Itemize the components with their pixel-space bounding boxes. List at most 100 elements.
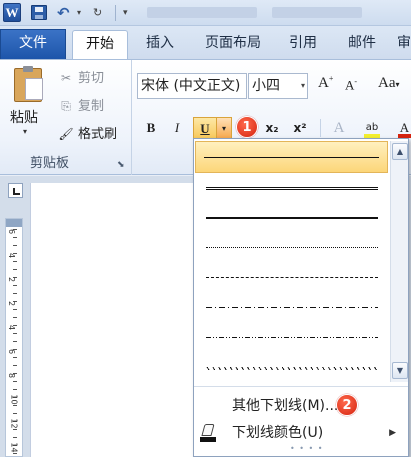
clipboard-launcher-icon[interactable]: ⬊ xyxy=(117,160,125,170)
italic-button[interactable]: I xyxy=(168,117,186,139)
ruler-tab-selector[interactable] xyxy=(8,183,23,198)
underline-style-single[interactable] xyxy=(195,141,388,173)
underline-styles-list xyxy=(194,139,388,384)
paste-icon[interactable] xyxy=(14,66,43,102)
ruler-number: 2 xyxy=(7,300,17,307)
customize-quick-access-icon[interactable]: ▾ xyxy=(123,4,135,22)
subscript-button[interactable]: x₂ xyxy=(262,117,282,139)
tab-file[interactable]: 文件 xyxy=(0,29,66,59)
font-size-combobox[interactable]: 小四 ▾ xyxy=(248,73,308,99)
underline-dash-dot-line xyxy=(206,307,378,308)
underline-color-menu-item[interactable]: 下划线颜色(U) ▶ xyxy=(194,421,408,445)
copy-button[interactable]: ⎘ 复制 xyxy=(58,96,104,116)
ruler-tick xyxy=(13,341,17,342)
ruler-number: 8 xyxy=(7,372,17,379)
font-name-combobox[interactable]: 宋体 (中文正文) xyxy=(137,73,247,99)
quick-access-separator xyxy=(115,5,116,21)
tab-page-layout[interactable]: 页面布局 xyxy=(196,30,270,59)
cut-button[interactable]: ✂ 剪切 xyxy=(58,68,104,88)
underline-wave-line xyxy=(206,367,378,370)
ruler-number: 6 xyxy=(7,348,17,355)
tab-references[interactable]: 引用 xyxy=(280,30,326,59)
superscript-button[interactable]: x² xyxy=(290,117,310,139)
ruler-number: 4 xyxy=(7,252,17,259)
blurred-window-title-2 xyxy=(272,7,362,18)
underline-color-label: 下划线颜色(U) xyxy=(232,425,324,441)
ruler-tick xyxy=(13,317,17,318)
undo-icon[interactable]: ↶ xyxy=(57,4,75,22)
ruler-number: 2 xyxy=(7,276,17,283)
underline-style-dotted[interactable] xyxy=(198,233,386,261)
grow-font-icon: A xyxy=(318,75,329,91)
dropdown-scrollbar[interactable]: ▲ ▼ xyxy=(390,141,408,382)
grow-font-sup: + xyxy=(328,74,334,83)
submenu-arrow-icon: ▶ xyxy=(389,428,396,438)
tab-mailings[interactable]: 邮件 xyxy=(339,30,385,59)
underline-style-wave[interactable] xyxy=(198,353,386,381)
text-effects-button[interactable]: A xyxy=(330,117,348,139)
underline-style-double[interactable] xyxy=(198,173,386,201)
title-bar: W ↶ ▾ ↻ ▾ xyxy=(0,0,411,26)
ruler-tick xyxy=(13,261,17,262)
document-page[interactable] xyxy=(30,183,196,457)
copy-icon: ⎘ xyxy=(61,99,71,113)
clipboard-group-label: 剪贴板 xyxy=(30,156,70,171)
underline-style-dash[interactable] xyxy=(198,263,386,291)
paste-dropdown-icon[interactable]: ▾ xyxy=(23,127,27,136)
font-color-button[interactable]: A xyxy=(398,117,411,139)
ruler-tick xyxy=(13,365,17,366)
paste-button-label[interactable]: 粘贴 xyxy=(10,107,38,127)
ribbon-tab-row: 文件 开始 插入 页面布局 引用 邮件 审 xyxy=(0,26,411,59)
scissors-icon: ✂ xyxy=(60,71,72,85)
tab-review[interactable]: 审 xyxy=(397,30,411,59)
underline-style-dash-dot-dot[interactable] xyxy=(198,323,386,351)
underline-style-thick[interactable] xyxy=(198,203,386,231)
ruler-tick xyxy=(13,357,17,358)
ribbon-separator xyxy=(320,119,321,137)
bold-button[interactable]: B xyxy=(142,117,160,139)
ruler-number: 4 xyxy=(7,324,17,331)
underline-style-dash-dot[interactable] xyxy=(198,293,386,321)
grow-font-button[interactable]: A+ xyxy=(318,74,333,92)
redo-icon[interactable]: ↻ xyxy=(93,4,107,22)
format-painter-button[interactable]: 🖌 格式刷 xyxy=(58,124,117,144)
tab-home[interactable]: 开始 xyxy=(72,30,128,59)
step-badge-2: 2 xyxy=(336,394,358,416)
ruler-tick xyxy=(13,453,17,454)
underline-dropdown-button[interactable]: ▾ xyxy=(217,117,232,139)
copy-label: 复制 xyxy=(78,99,105,114)
underline-double-line xyxy=(206,187,378,190)
chevron-down-icon[interactable]: ▾ xyxy=(301,74,305,98)
scroll-up-icon[interactable]: ▲ xyxy=(392,143,408,160)
more-underlines-menu-item[interactable]: 其他下划线(M)... xyxy=(194,394,408,418)
ruler-tick xyxy=(13,309,17,310)
scroll-down-icon[interactable]: ▼ xyxy=(392,362,408,379)
undo-dropdown-icon[interactable]: ▾ xyxy=(77,4,87,22)
underline-dash-line xyxy=(206,277,378,278)
font-name-value: 宋体 (中文正文) xyxy=(141,78,241,94)
resize-grip-icon[interactable]: • • • • xyxy=(290,444,324,453)
paintbrush-icon: 🖌 xyxy=(58,127,74,141)
ruler-number: 14 xyxy=(9,442,19,453)
highlight-color-button[interactable]: ab xyxy=(362,117,382,139)
step-badge-1: 1 xyxy=(236,116,258,138)
shrink-font-button[interactable]: A- xyxy=(345,77,357,93)
change-case-button[interactable]: Aa▾ xyxy=(378,75,400,92)
underline-color-icon xyxy=(200,424,216,442)
clipboard-group: 粘贴 ▾ ✂ 剪切 ⎘ 复制 🖌 格式刷 剪贴板 ⬊ xyxy=(0,60,132,175)
save-icon[interactable] xyxy=(31,5,47,20)
font-size-value: 小四 xyxy=(252,78,280,94)
ruler-number: 6 xyxy=(7,228,17,235)
shrink-font-sup: - xyxy=(354,77,358,86)
change-case-dropdown-icon: ▾ xyxy=(395,80,400,89)
tab-insert[interactable]: 插入 xyxy=(137,30,183,59)
blurred-window-title xyxy=(147,7,257,18)
ruler-tick xyxy=(13,381,17,382)
ruler-number: 10 xyxy=(9,394,19,405)
ruler-tick xyxy=(13,293,17,294)
underline-button[interactable]: U xyxy=(193,117,217,139)
vertical-ruler: 6 4 2 2 4 6 8 10 12 14 xyxy=(5,218,23,457)
underline-color-swatch xyxy=(200,437,216,442)
menu-divider xyxy=(194,386,408,387)
word-app-icon[interactable]: W xyxy=(3,3,21,22)
